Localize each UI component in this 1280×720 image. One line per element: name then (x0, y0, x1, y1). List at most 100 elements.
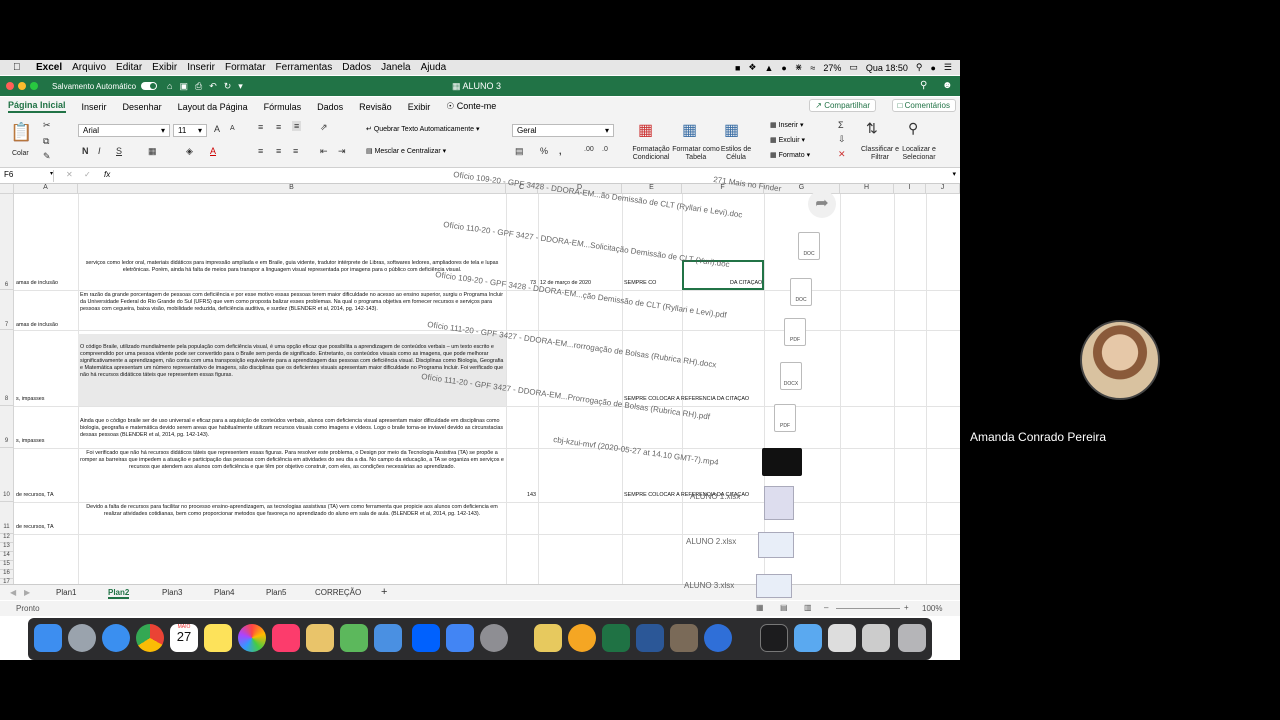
page-layout-view-icon[interactable]: ▤ (780, 603, 788, 612)
cell-b10[interactable]: Foi verificado que não há recursos didát… (80, 450, 504, 500)
photos-icon[interactable] (238, 624, 266, 652)
save-icon[interactable]: ▣ (179, 81, 188, 92)
spotlight-icon[interactable]: ⚲ (916, 62, 923, 73)
tab-dados[interactable]: Dados (317, 102, 343, 112)
zoom-window-button[interactable] (30, 82, 38, 90)
align-right-icon[interactable]: ≡ (293, 146, 298, 156)
number-format-select[interactable]: Geral ▾ (512, 124, 614, 137)
cell-e6[interactable]: SEMPRE CO (624, 280, 682, 287)
google-drive-icon[interactable] (446, 624, 474, 652)
clock[interactable]: Qua 18:50 (866, 63, 908, 73)
vlc-player-icon[interactable] (568, 624, 596, 652)
cut-icon[interactable]: ✂ (43, 120, 51, 131)
menu-dados[interactable]: Dados (342, 62, 371, 73)
keynote-icon[interactable] (374, 624, 402, 652)
dropbox-icon[interactable] (412, 624, 440, 652)
add-sheet-button[interactable]: + (381, 586, 387, 598)
font-color-icon[interactable]: A (210, 146, 216, 156)
participant-tile[interactable]: Amanda Conrado Pereira (960, 270, 1280, 450)
menu-ajuda[interactable]: Ajuda (421, 62, 447, 73)
next-sheet-icon[interactable]: ▶ (24, 588, 30, 597)
conditional-format-icon[interactable]: ▦ (638, 120, 653, 140)
zoom-in-icon[interactable]: + (904, 603, 909, 612)
column-header-a[interactable]: A (14, 184, 78, 194)
tab-layout-da-pagina[interactable]: Layout da Página (178, 102, 248, 112)
sheet-tab-correcao[interactable]: CORREÇÃO (315, 588, 361, 597)
launchpad-icon[interactable] (68, 624, 96, 652)
cell-c10[interactable]: 143 (508, 492, 536, 499)
merge-center-button[interactable]: ▤ Mesclar e Centralizar ▾ (366, 147, 446, 155)
find-select-icon[interactable]: ⚲ (908, 120, 918, 137)
row-header-7[interactable]: 7 (0, 290, 14, 330)
minimize-window-button[interactable] (18, 82, 26, 90)
battery-percent[interactable]: 27% (823, 63, 841, 73)
documents-stack-icon[interactable] (862, 624, 890, 652)
cell-e8[interactable]: SEMPRE COLOCAR A REFERENCIA DA CITAÇÃO (624, 396, 784, 403)
delete-cells-button[interactable]: ▦ Excluir ▾ (770, 136, 805, 144)
quicktime-icon[interactable] (704, 624, 732, 652)
column-header-e[interactable]: E (622, 184, 682, 194)
apple-icon[interactable]:  (13, 62, 27, 73)
column-header-h[interactable]: H (840, 184, 894, 194)
bold-button[interactable]: N (82, 146, 89, 156)
menu-excel[interactable]: Excel (36, 62, 62, 73)
column-header-j[interactable]: J (926, 184, 960, 194)
align-bottom-icon[interactable]: ≡ (292, 121, 302, 131)
prev-sheet-icon[interactable]: ◀ (10, 588, 16, 597)
normal-view-icon[interactable]: ▦ (756, 603, 764, 612)
zoom-out-icon[interactable]: – (824, 603, 828, 612)
find-select-label[interactable]: Localizar e Selecionar (898, 146, 940, 162)
sheet-tab-plan4[interactable]: Plan4 (214, 588, 234, 597)
autosave-toggle[interactable] (141, 82, 158, 90)
bluetooth-icon[interactable]: ⋇ (795, 62, 803, 73)
share-button[interactable]: ↗ Compartilhar (809, 99, 876, 112)
insert-cells-button[interactable]: ▦ Inserir ▾ (770, 121, 803, 129)
format-table-icon[interactable]: ▦ (682, 120, 697, 140)
row-header-9[interactable]: 9 (0, 406, 14, 448)
row-header-10[interactable]: 10 (0, 448, 14, 502)
wrap-text-button[interactable]: ↵ Quebrar Texto Automaticamente ▾ (366, 125, 480, 133)
cell-a7[interactable]: amas de inclusão (16, 322, 76, 329)
row-header-14[interactable]: 14 (0, 552, 14, 561)
cell-a9[interactable]: s, impasses (16, 438, 76, 445)
currency-icon[interactable]: ▤ (515, 146, 524, 157)
numbers-icon[interactable] (340, 624, 368, 652)
system-preferences-icon[interactable] (480, 624, 508, 652)
tab-revisao[interactable]: Revisão (359, 102, 392, 112)
print-icon[interactable]: ⎙ (195, 81, 202, 92)
tab-formulas[interactable]: Fórmulas (264, 102, 302, 112)
orientation-icon[interactable]: ⇗ (320, 122, 328, 133)
increase-font-icon[interactable]: A (214, 124, 220, 134)
notes-icon[interactable] (204, 624, 232, 652)
word-icon[interactable] (636, 624, 664, 652)
cell-styles-label[interactable]: Estilos de Célula (716, 146, 756, 162)
percent-icon[interactable]: % (540, 146, 548, 156)
sheet-tab-plan3[interactable]: Plan3 (162, 588, 182, 597)
decrease-indent-icon[interactable]: ⇤ (320, 146, 328, 157)
column-header-b[interactable]: B (78, 184, 506, 194)
row-header-11[interactable]: 11 (0, 502, 14, 534)
tell-me[interactable]: ☉ Conte-me (446, 101, 496, 112)
font-name-select[interactable]: Arial ▾ (78, 124, 170, 137)
preview-icon[interactable] (306, 624, 334, 652)
search-icon[interactable]: ⚲ (920, 80, 927, 91)
safari-icon[interactable] (102, 624, 130, 652)
expand-formula-icon[interactable]: ▾ (952, 170, 956, 178)
comments-button[interactable]: □ Comentários (891, 99, 956, 112)
tab-desenhar[interactable]: Desenhar (123, 102, 162, 112)
downloads-stack-icon[interactable] (760, 624, 788, 652)
menu-extra-icon[interactable]: ▲ (764, 63, 773, 73)
fill-color-icon[interactable]: ◈ (186, 146, 193, 157)
format-cells-button[interactable]: ▦ Formato ▾ (770, 151, 810, 159)
calendar-icon[interactable]: MAIO 27 (170, 624, 198, 652)
video-icon[interactable]: ■ (735, 63, 740, 73)
align-middle-icon[interactable]: ≡ (276, 122, 281, 132)
sort-filter-label[interactable]: Classificar e Filtrar (858, 146, 902, 162)
autosum-icon[interactable]: Σ (838, 120, 844, 130)
redo-icon[interactable]: ↻ (224, 81, 232, 92)
decrease-decimal-icon[interactable]: .0 (602, 146, 608, 153)
increase-decimal-icon[interactable]: .00 (584, 146, 594, 153)
row-header-8[interactable]: 8 (0, 330, 14, 406)
menu-exibir[interactable]: Exibir (152, 62, 177, 73)
cell-a10[interactable]: de recursos, TA (16, 492, 76, 499)
